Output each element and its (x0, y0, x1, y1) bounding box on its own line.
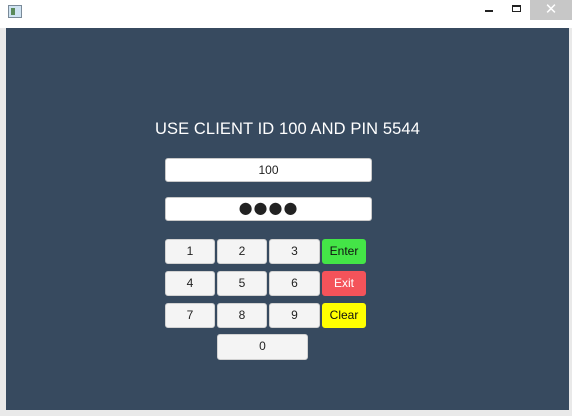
app-window-icon (8, 5, 22, 18)
key-2-button[interactable]: 2 (217, 239, 267, 264)
key-3-button[interactable]: 3 (269, 239, 320, 264)
key-8-button[interactable]: 8 (217, 303, 267, 328)
enter-button[interactable]: Enter (322, 239, 366, 264)
clear-button[interactable]: Clear (322, 303, 366, 328)
window-titlebar: ✕ (0, 0, 572, 28)
exit-button[interactable]: Exit (322, 271, 366, 296)
key-9-button[interactable]: 9 (269, 303, 320, 328)
maximize-icon[interactable] (504, 0, 530, 20)
key-0-button[interactable]: 0 (217, 334, 308, 360)
key-6-button[interactable]: 6 (269, 271, 320, 296)
minimize-icon[interactable] (476, 0, 502, 20)
close-icon[interactable]: ✕ (530, 0, 572, 20)
key-1-button[interactable]: 1 (165, 239, 215, 264)
pin-field[interactable]: ●●●● (165, 197, 372, 221)
key-7-button[interactable]: 7 (165, 303, 215, 328)
key-4-button[interactable]: 4 (165, 271, 215, 296)
instruction-text: USE CLIENT ID 100 AND PIN 5544 (155, 120, 420, 138)
client-id-field[interactable]: 100 (165, 158, 372, 182)
atm-panel: USE CLIENT ID 100 AND PIN 5544 100 ●●●● … (6, 28, 569, 410)
key-5-button[interactable]: 5 (217, 271, 267, 296)
